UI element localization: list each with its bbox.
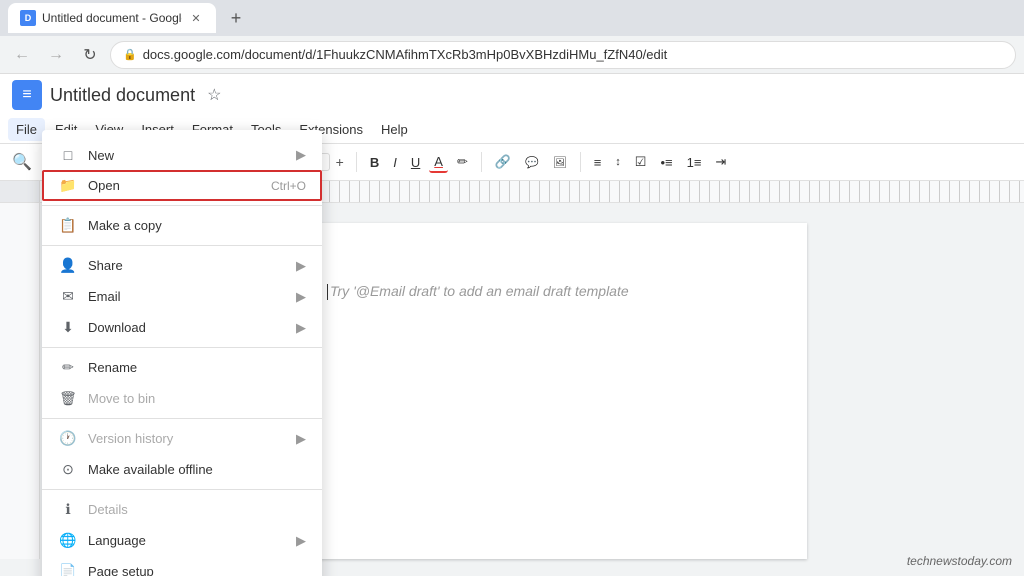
lock-icon: 🔒 — [123, 48, 137, 61]
separator-5 — [481, 152, 482, 172]
document-title[interactable]: Untitled document — [50, 85, 195, 106]
menu-item-details: ℹ Details — [42, 494, 322, 525]
left-sidebar — [0, 203, 40, 559]
menu-item-page-setup[interactable]: 📄 Page setup — [42, 556, 322, 576]
make-copy-label: Make a copy — [88, 218, 306, 233]
menu-item-open[interactable]: 📁 Open Ctrl+O — [42, 170, 322, 201]
email-icon: ✉ — [58, 288, 78, 305]
menu-help[interactable]: Help — [373, 118, 416, 141]
bin-label: Move to bin — [88, 391, 306, 406]
menu-section-5: 🕐 Version history ▶ ⊙ Make available off… — [42, 419, 322, 490]
underline-button[interactable]: U — [406, 153, 425, 172]
tab-close-button[interactable]: ✕ — [188, 10, 204, 26]
url-text: docs.google.com/document/d/1FhuukzCNMAfi… — [143, 47, 668, 62]
tab-title: Untitled document - Google Do... — [42, 11, 182, 25]
version-label: Version history — [88, 431, 296, 446]
details-label: Details — [88, 502, 306, 517]
star-icon[interactable]: ☆ — [207, 85, 221, 105]
menu-section-4: ✏ Rename 🗑 Move to bin — [42, 348, 322, 419]
menu-item-download[interactable]: ⬇ Download ▶ — [42, 312, 322, 343]
open-shortcut: Ctrl+O — [271, 179, 306, 193]
open-icon: 📁 — [58, 177, 78, 194]
menu-item-make-a-copy[interactable]: 📋 Make a copy — [42, 210, 322, 241]
reload-button[interactable]: ↻ — [76, 41, 104, 69]
bullets-button[interactable]: •≡ — [655, 153, 677, 172]
share-label: Share — [88, 258, 296, 273]
menu-item-language[interactable]: 🌐 Language ▶ — [42, 525, 322, 556]
browser-tab[interactable]: D Untitled document - Google Do... ✕ — [8, 3, 216, 33]
page-setup-icon: 📄 — [58, 563, 78, 576]
text-color-button[interactable]: A — [429, 152, 448, 173]
font-size-increase[interactable]: + — [332, 154, 348, 170]
menu-section-2: 📋 Make a copy — [42, 206, 322, 246]
rename-label: Rename — [88, 360, 306, 375]
menu-section-6: ℹ Details 🌐 Language ▶ 📄 Page setup 🖨 Pr… — [42, 490, 322, 576]
browser-chrome: D Untitled document - Google Do... ✕ + — [0, 0, 1024, 36]
bin-icon: 🗑 — [58, 390, 78, 407]
version-arrow: ▶ — [296, 431, 306, 447]
image-button[interactable]: 🖼 — [548, 154, 572, 171]
make-copy-icon: 📋 — [58, 217, 78, 234]
menu-item-version-history: 🕐 Version history ▶ — [42, 423, 322, 454]
new-arrow: ▶ — [296, 147, 306, 163]
language-arrow: ▶ — [296, 533, 306, 549]
line-spacing-button[interactable]: ↕ — [610, 154, 626, 170]
forward-button[interactable]: → — [42, 41, 70, 69]
share-icon: 👤 — [58, 257, 78, 274]
docs-logo: ≡ — [12, 80, 42, 110]
menu-section-3: 👤 Share ▶ ✉ Email ▶ ⬇ Download ▶ — [42, 246, 322, 348]
link-button[interactable]: 🔗 — [490, 152, 516, 172]
url-bar[interactable]: 🔒 docs.google.com/document/d/1FhuukzCNMA… — [110, 41, 1016, 69]
new-tab-button[interactable]: + — [222, 4, 250, 32]
menu-item-move-to-bin: 🗑 Move to bin — [42, 383, 322, 414]
document-placeholder: Try '@Email draft' to add an email draft… — [327, 283, 737, 300]
download-icon: ⬇ — [58, 319, 78, 336]
text-cursor — [327, 284, 328, 300]
language-label: Language — [88, 533, 296, 548]
download-arrow: ▶ — [296, 320, 306, 336]
watermark: technewstoday.com — [907, 554, 1012, 568]
share-arrow: ▶ — [296, 258, 306, 274]
details-icon: ℹ — [58, 501, 78, 518]
comment-button[interactable]: 💬 — [520, 154, 544, 171]
numbered-list-button[interactable]: 1≡ — [682, 153, 707, 172]
new-label: New — [88, 148, 296, 163]
menu-item-email[interactable]: ✉ Email ▶ — [42, 281, 322, 312]
version-icon: 🕐 — [58, 430, 78, 447]
menu-item-new[interactable]: □ New ▶ — [42, 140, 322, 170]
back-button[interactable]: ← — [8, 41, 36, 69]
email-arrow: ▶ — [296, 289, 306, 305]
docs-title-bar: ≡ Untitled document ☆ — [0, 74, 1024, 116]
offline-label: Make available offline — [88, 462, 306, 477]
checklist-button[interactable]: ☑ — [630, 152, 652, 172]
menu-item-rename[interactable]: ✏ Rename — [42, 352, 322, 383]
page-setup-label: Page setup — [88, 564, 306, 576]
align-button[interactable]: ≡ — [589, 153, 607, 172]
separator-6 — [580, 152, 581, 172]
email-label: Email — [88, 289, 296, 304]
indent-button[interactable]: ⇥ — [710, 152, 731, 172]
italic-button[interactable]: I — [388, 153, 402, 172]
menu-file[interactable]: File — [8, 118, 45, 141]
open-label: Open — [88, 178, 271, 193]
separator-4 — [356, 152, 357, 172]
highlight-button[interactable]: ✏ — [452, 152, 473, 172]
file-dropdown-menu: □ New ▶ 📁 Open Ctrl+O 📋 Make a copy 👤 Sh… — [42, 130, 322, 576]
tab-favicon: D — [20, 10, 36, 26]
menu-item-share[interactable]: 👤 Share ▶ — [42, 250, 322, 281]
language-icon: 🌐 — [58, 532, 78, 549]
offline-icon: ⊙ — [58, 461, 78, 478]
bold-button[interactable]: B — [365, 153, 384, 172]
address-bar: ← → ↻ 🔒 docs.google.com/document/d/1Fhuu… — [0, 36, 1024, 74]
rename-icon: ✏ — [58, 359, 78, 376]
search-icon[interactable]: 🔍 — [8, 148, 36, 176]
download-label: Download — [88, 320, 296, 335]
menu-item-make-offline[interactable]: ⊙ Make available offline — [42, 454, 322, 485]
menu-section-1: □ New ▶ 📁 Open Ctrl+O — [42, 136, 322, 206]
document-page[interactable]: Try '@Email draft' to add an email draft… — [257, 223, 807, 559]
new-icon: □ — [58, 147, 78, 163]
